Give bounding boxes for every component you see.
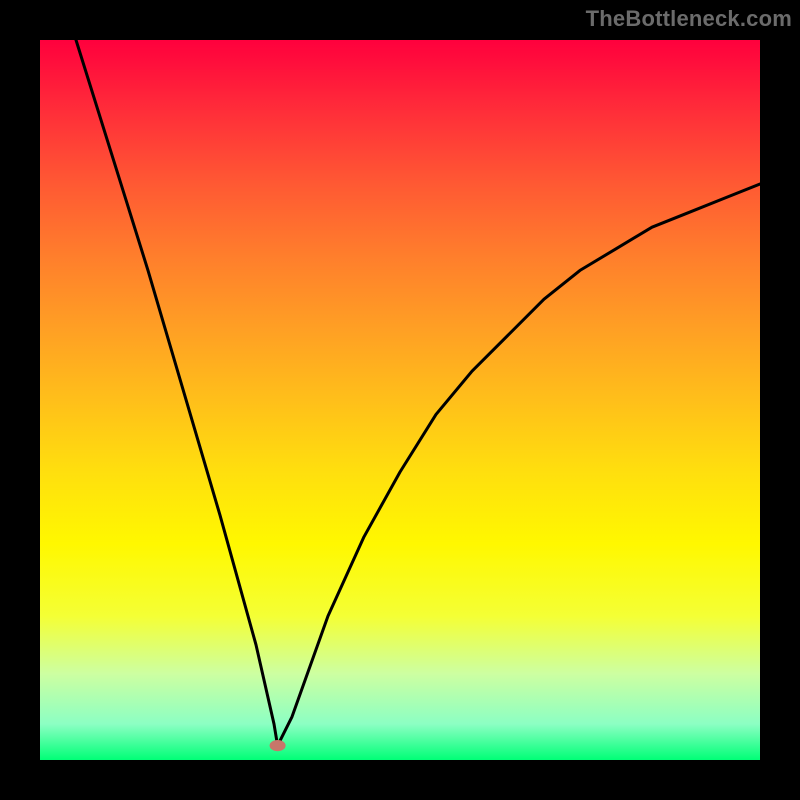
chart-stage: TheBottleneck.com [0, 0, 800, 800]
watermark-text: TheBottleneck.com [586, 6, 792, 32]
curve-overlay [40, 40, 760, 760]
curve-marker [270, 740, 286, 751]
plot-area [40, 40, 760, 760]
bottleneck-curve [76, 40, 760, 746]
